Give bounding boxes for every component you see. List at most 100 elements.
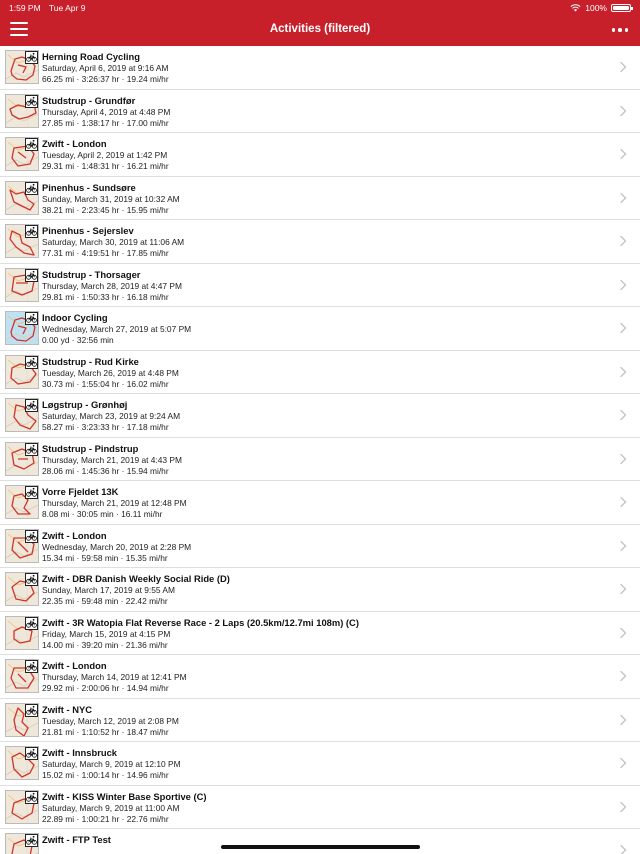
chevron-right-icon bbox=[620, 61, 627, 73]
bicycle-icon bbox=[25, 486, 38, 499]
activity-title: Zwift - NYC bbox=[42, 703, 92, 715]
chevron-right-icon bbox=[620, 583, 627, 595]
activity-row[interactable]: Zwift - DBR Danish Weekly Social Ride (D… bbox=[0, 568, 640, 612]
battery-icon bbox=[611, 4, 633, 12]
activity-title: Vorre Fjeldet 13K bbox=[42, 486, 119, 497]
bicycle-icon bbox=[25, 790, 38, 804]
bicycle-icon bbox=[25, 312, 38, 325]
activity-row[interactable]: Pinenhus - Sundsøre Sunday, March 31, 201… bbox=[0, 177, 640, 220]
status-bar: 1:59 PM Tue Apr 9 100% bbox=[0, 0, 640, 15]
activity-title: Studstrup - Grundfør bbox=[42, 94, 136, 106]
activity-row[interactable]: Zwift - FTP Test bbox=[0, 829, 640, 854]
bicycle-icon bbox=[25, 399, 38, 412]
route-map-thumbnail bbox=[5, 50, 39, 84]
activity-stats: 66.25 mi · 3:26:37 hr · 19.24 mi/hr bbox=[42, 74, 169, 84]
chevron-right-icon bbox=[620, 192, 627, 203]
bicycle-icon bbox=[25, 51, 38, 64]
activity-row[interactable]: Zwift - Innsbruck Saturday, March 9, 2019… bbox=[0, 742, 640, 786]
activity-row[interactable]: Zwift - London Thursday, March 14, 2019 a… bbox=[0, 655, 640, 699]
bicycle-icon bbox=[25, 747, 38, 760]
chevron-right-icon bbox=[620, 453, 627, 464]
home-indicator bbox=[221, 845, 420, 849]
activity-stats: 15.34 mi · 59:58 min · 15.35 mi/hr bbox=[42, 552, 168, 563]
activity-title: Indoor Cycling bbox=[42, 312, 108, 323]
route-map-thumbnail bbox=[5, 180, 39, 215]
chevron-right-icon bbox=[620, 627, 627, 638]
bicycle-icon bbox=[25, 355, 38, 369]
activity-date: Saturday, March 9, 2019 at 12:10 PM bbox=[42, 759, 181, 769]
activity-row[interactable]: Zwift - KISS Winter Base Sportive (C) Sat… bbox=[0, 786, 640, 829]
chevron-right-icon bbox=[620, 714, 627, 725]
more-options-icon[interactable] bbox=[612, 23, 628, 37]
activity-title: Studstrup - Pindstrup bbox=[42, 442, 139, 454]
route-map-thumbnail bbox=[5, 485, 39, 519]
activity-title: Zwift - KISS Winter Base Sportive (C) bbox=[42, 790, 207, 802]
activity-date: Saturday, April 6, 2019 at 9:16 AM bbox=[42, 63, 169, 73]
activity-row[interactable]: Herning Road Cycling Saturday, April 6, 2… bbox=[0, 46, 640, 90]
activity-stats: 38.21 mi · 2:23:45 hr · 15.95 mi/hr bbox=[42, 204, 169, 215]
activity-row[interactable]: Studstrup - Grundfør Thursday, April 4, 2… bbox=[0, 90, 640, 133]
activity-stats: 8.08 mi · 30:05 min · 16.11 mi/hr bbox=[42, 509, 163, 519]
activity-row[interactable]: Studstrup - Pindstrup Thursday, March 21,… bbox=[0, 438, 640, 481]
activity-date: Saturday, March 23, 2019 at 9:24 AM bbox=[42, 411, 181, 421]
activity-stats: 21.81 mi · 1:10:52 hr · 18.47 mi/hr bbox=[42, 726, 169, 737]
activity-date: Sunday, March 17, 2019 at 9:55 AM bbox=[42, 585, 175, 595]
activity-stats: 28.06 mi · 1:45:36 hr · 15.94 mi/hr bbox=[42, 465, 169, 476]
bicycle-icon bbox=[25, 138, 38, 151]
chevron-right-icon bbox=[620, 105, 627, 116]
activity-date: Thursday, March 14, 2019 at 12:41 PM bbox=[42, 672, 187, 682]
route-map-thumbnail bbox=[5, 93, 39, 128]
chevron-right-icon bbox=[620, 844, 627, 854]
activity-title: Studstrup - Thorsager bbox=[42, 268, 141, 280]
route-map-thumbnail bbox=[5, 311, 39, 345]
bicycle-icon bbox=[25, 703, 38, 717]
activity-title: Zwift - Innsbruck bbox=[42, 747, 117, 758]
chevron-right-icon bbox=[620, 496, 627, 508]
activity-stats: 29.31 mi · 1:48:31 hr · 16.21 mi/hr bbox=[42, 161, 169, 171]
activity-row[interactable]: Zwift - 3R Watopia Flat Reverse Race - 2… bbox=[0, 612, 640, 655]
chevron-right-icon bbox=[620, 235, 627, 247]
activity-row[interactable]: Indoor Cycling Wednesday, March 27, 2019 … bbox=[0, 307, 640, 351]
route-map-thumbnail bbox=[5, 224, 39, 258]
status-time: 1:59 PM bbox=[9, 3, 41, 13]
app-header: 1:59 PM Tue Apr 9 100% Activities (filte… bbox=[0, 0, 640, 46]
activity-title: Pinenhus - Sejerslev bbox=[42, 225, 134, 236]
activity-date: Wednesday, March 27, 2019 at 5:07 PM bbox=[42, 324, 192, 334]
activity-stats: 15.02 mi · 1:00:14 hr · 14.96 mi/hr bbox=[42, 770, 169, 780]
activity-row[interactable]: Studstrup - Thorsager Thursday, March 28,… bbox=[0, 264, 640, 307]
activity-row[interactable]: Zwift - London Wednesday, March 20, 2019 … bbox=[0, 525, 640, 568]
activity-date: Sunday, March 31, 2019 at 10:32 AM bbox=[42, 193, 180, 204]
chevron-right-icon bbox=[620, 148, 627, 160]
activity-stats: 58.27 mi · 3:23:33 hr · 17.18 mi/hr bbox=[42, 422, 169, 432]
chevron-right-icon bbox=[620, 322, 627, 334]
bicycle-icon bbox=[25, 834, 38, 847]
chevron-right-icon bbox=[620, 670, 627, 682]
activity-title: Studstrup - Rud Kirke bbox=[42, 355, 139, 367]
route-map-thumbnail bbox=[5, 398, 39, 432]
activity-row[interactable]: Pinenhus - Sejerslev Saturday, March 30, … bbox=[0, 220, 640, 264]
route-map-thumbnail bbox=[5, 615, 39, 650]
activity-title: Zwift - FTP Test bbox=[42, 834, 111, 845]
route-map-thumbnail bbox=[5, 833, 39, 854]
activity-stats: 27.85 mi · 1:38:17 hr · 17.00 mi/hr bbox=[42, 117, 169, 128]
activity-row[interactable]: Løgstrup - Grønhøj Saturday, March 23, 20… bbox=[0, 394, 640, 438]
activity-date: Tuesday, March 12, 2019 at 2:08 PM bbox=[42, 715, 179, 726]
page-title: Activities (filtered) bbox=[269, 23, 371, 35]
chevron-right-icon bbox=[620, 366, 627, 377]
route-map-thumbnail bbox=[5, 354, 39, 389]
activity-row[interactable]: Zwift - London Tuesday, April 2, 2019 at … bbox=[0, 133, 640, 177]
activity-list: Herning Road Cycling Saturday, April 6, 2… bbox=[0, 46, 640, 854]
wifi-icon bbox=[570, 4, 581, 12]
activity-title: Zwift - London bbox=[42, 138, 107, 149]
activity-title: Zwift - London bbox=[42, 660, 107, 671]
route-map-thumbnail bbox=[5, 702, 39, 737]
activity-date: Tuesday, March 26, 2019 at 4:48 PM bbox=[42, 367, 179, 378]
activity-row[interactable]: Vorre Fjeldet 13K Thursday, March 21, 201… bbox=[0, 481, 640, 525]
route-map-thumbnail bbox=[5, 267, 39, 302]
activity-row[interactable]: Zwift - NYC Tuesday, March 12, 2019 at 2:… bbox=[0, 699, 640, 742]
bicycle-icon bbox=[25, 225, 38, 238]
activity-row[interactable]: Studstrup - Rud Kirke Tuesday, March 26, … bbox=[0, 351, 640, 394]
activity-title: Herning Road Cycling bbox=[42, 51, 140, 62]
chevron-right-icon bbox=[620, 801, 627, 812]
chevron-right-icon bbox=[620, 757, 627, 769]
